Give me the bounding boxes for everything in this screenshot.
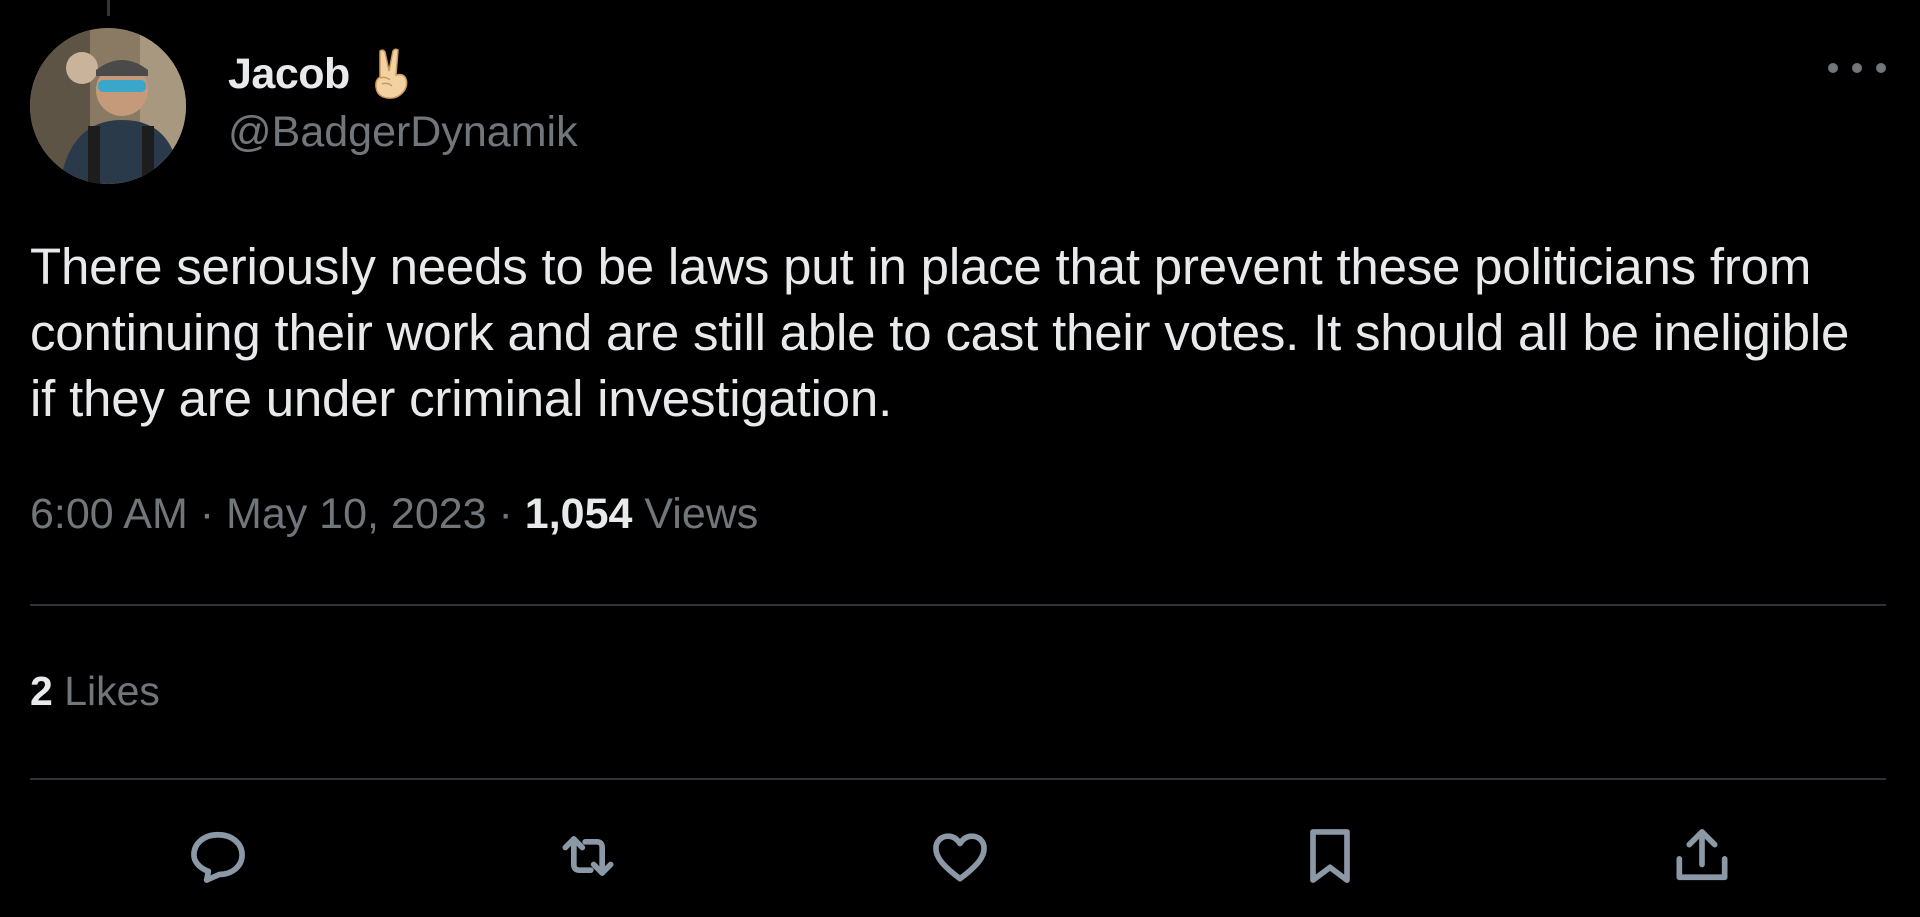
- share-icon: [1676, 829, 1728, 881]
- victory-hand-emoji-icon: [374, 48, 408, 99]
- share-button[interactable]: [1664, 818, 1740, 894]
- tweet-date[interactable]: May 10, 2023: [226, 490, 487, 538]
- likes-count: 2: [30, 668, 53, 714]
- more-dot-icon: [1852, 63, 1862, 73]
- tweet-time[interactable]: 6:00 AM: [30, 490, 188, 538]
- action-bar: [0, 818, 1920, 894]
- avatar[interactable]: [30, 28, 186, 184]
- more-options-button[interactable]: [1828, 56, 1886, 80]
- thread-connector-line: [107, 0, 110, 16]
- reply-icon: [191, 831, 245, 883]
- views-label: Views: [644, 490, 759, 538]
- tweet-text: There seriously needs to be laws put in …: [30, 238, 1850, 427]
- views-count: 1,054: [524, 490, 633, 538]
- likes-link[interactable]: 2 Likes: [30, 668, 160, 715]
- meta-separator: ·: [199, 490, 215, 538]
- author-handle[interactable]: @BadgerDynamik: [228, 108, 578, 157]
- display-name-row[interactable]: Jacob: [228, 46, 578, 102]
- more-dot-icon: [1828, 63, 1838, 73]
- tweet-metadata: 6:00 AM · May 10, 2023 · 1,054 Views: [30, 490, 758, 539]
- like-button[interactable]: [922, 818, 998, 894]
- more-dot-icon: [1876, 63, 1886, 73]
- likes-label: Likes: [64, 668, 160, 714]
- meta-separator: ·: [498, 490, 513, 538]
- divider: [30, 604, 1886, 606]
- author-names: Jacob @BadgerDynamik: [228, 46, 578, 157]
- heart-icon: [933, 833, 987, 882]
- bookmark-icon: [1310, 829, 1350, 883]
- retweet-button[interactable]: [550, 818, 626, 894]
- divider: [30, 778, 1886, 780]
- reply-button[interactable]: [180, 818, 256, 894]
- bookmark-button[interactable]: [1292, 818, 1368, 894]
- tweet-header: Jacob @BadgerDynamik: [30, 28, 1890, 184]
- retweet-icon: [562, 836, 614, 876]
- display-name[interactable]: Jacob: [228, 50, 350, 99]
